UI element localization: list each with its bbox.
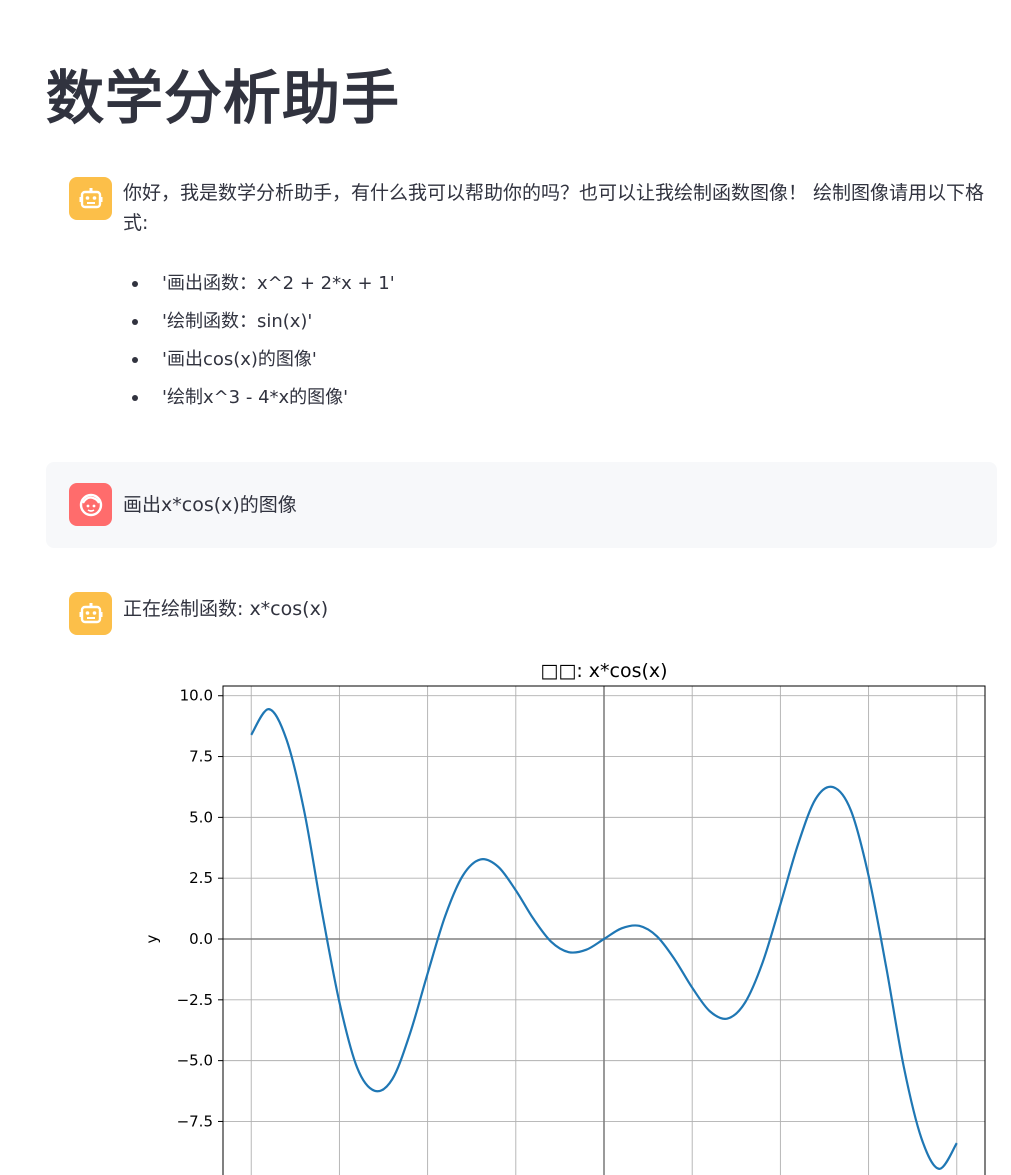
chat-message-user: 画出x*cos(x)的图像	[46, 462, 997, 548]
y-axis-label: y	[143, 934, 161, 943]
function-plot: 10.07.55.02.50.0−2.5−5.0−7.5−10.0y□□: x*…	[143, 660, 986, 1175]
robot-face-icon	[69, 592, 112, 635]
list-item: '画出cos(x)的图像'	[126, 341, 395, 379]
y-tick-label: 10.0	[180, 687, 213, 705]
y-tick-label: −2.5	[177, 991, 213, 1009]
message-text: 正在绘制函数: x*cos(x)	[123, 598, 329, 620]
y-tick-label: 0.0	[189, 930, 213, 948]
robot-face-icon-svg	[79, 602, 102, 623]
page-title: 数学分析助手	[46, 64, 401, 132]
chart-title: □□: x*cos(x)	[540, 660, 667, 682]
chat-message-assistant-welcome: 你好，我是数学分析助手，有什么我可以帮助你的吗？也可以让我绘制函数图像！ 绘制图…	[46, 170, 997, 420]
message-text: 画出x*cos(x)的图像	[123, 494, 297, 516]
y-tick-label: −5.0	[177, 1052, 213, 1070]
robot-face-icon	[69, 177, 112, 220]
format-examples-list: '画出函数：x^2 + 2*x + 1' '绘制函数：sin(x)' '画出co…	[126, 265, 395, 417]
message-text: 你好，我是数学分析助手，有什么我可以帮助你的吗？也可以让我绘制函数图像！ 绘制图…	[123, 182, 985, 234]
smiley-face-icon	[69, 483, 112, 526]
y-tick-label: 5.0	[189, 808, 213, 826]
y-tick-label: 2.5	[189, 869, 213, 887]
list-item: '绘制x^3 - 4*x的图像'	[126, 379, 395, 417]
y-tick-label: 7.5	[189, 748, 213, 766]
list-item: '绘制函数：sin(x)'	[126, 303, 395, 341]
robot-face-icon-svg	[79, 187, 102, 208]
smiley-face-icon-svg	[79, 493, 102, 516]
y-tick-label: −7.5	[177, 1112, 213, 1130]
list-item: '画出函数：x^2 + 2*x + 1'	[126, 265, 395, 303]
chat-page: 数学分析助手 你好，我是数学分析助手，有什么我可以帮助你的吗？也可以让我绘制函数…	[0, 0, 1011, 1175]
